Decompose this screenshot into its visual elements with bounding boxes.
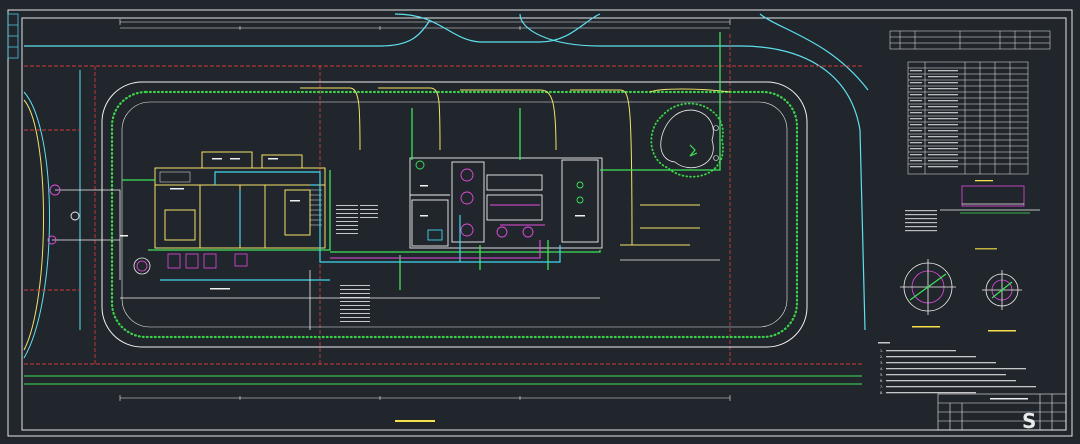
binding-strip: [7, 13, 19, 59]
note-line-2: 2.: [880, 355, 883, 359]
note-line-5: 5.: [880, 373, 883, 377]
top-road: [24, 13, 869, 331]
note-line-1: 1.: [880, 349, 883, 353]
planting-belt: [101, 81, 808, 348]
note-line-7: 7.: [880, 385, 883, 389]
round-detail-1: [900, 259, 956, 328]
note-line-6: 6.: [880, 379, 883, 383]
note-line-8: 8.: [880, 391, 883, 395]
pipe-white: [52, 189, 720, 330]
site-plan-drawing: 1. 2. 3. 4. 5. 6. 7. 8. S: [7, 9, 1073, 437]
annotation-blocks: [336, 205, 378, 322]
notes-text: [878, 342, 1036, 394]
pipe-cyan: [160, 171, 561, 281]
note-line-4: 4.: [880, 367, 883, 371]
left-building-detail: [159, 171, 322, 226]
top-dimension: [119, 19, 731, 30]
note-line-3: 3.: [880, 361, 883, 365]
legend-table-1: [889, 30, 1051, 50]
legend-table-2-text: [910, 70, 958, 168]
round-detail-2: [982, 270, 1022, 332]
watermark-logo: S: [1022, 409, 1036, 433]
drawing-canvas: 1. 2. 3. 4. 5. 6. 7. 8. S: [0, 0, 1080, 444]
landscape-pond: [650, 102, 724, 178]
pipe-magenta: [330, 204, 545, 259]
property-boundary: [24, 34, 862, 365]
tank-row: [133, 253, 248, 275]
bottom-dimension: [119, 395, 731, 401]
bottom-road: [24, 375, 862, 385]
section-callout-text: [905, 210, 997, 250]
left-manholes: [47, 184, 80, 245]
title-block: [937, 393, 1067, 431]
middle-building-equipment: [415, 160, 584, 241]
legend-table-2: [907, 61, 1029, 175]
section-detail: [940, 180, 1040, 214]
